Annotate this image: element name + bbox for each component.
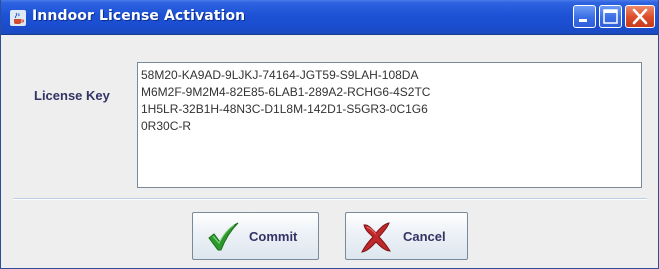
window-title: Inndoor License Activation <box>32 8 246 24</box>
java-cup-icon <box>10 10 26 26</box>
license-activation-dialog: Inndoor License Activation License Key 5… <box>0 0 659 269</box>
button-bar-divider-highlight <box>13 199 647 200</box>
minimize-button[interactable] <box>573 5 596 28</box>
checkmark-icon <box>207 222 239 252</box>
x-mark-icon <box>360 221 392 253</box>
commit-label: Commit <box>249 229 298 244</box>
title-bar[interactable]: Inndoor License Activation <box>1 0 658 35</box>
cancel-label: Cancel <box>403 229 446 244</box>
maximize-button[interactable] <box>599 5 622 28</box>
close-button[interactable] <box>625 5 655 28</box>
license-key-label: License Key <box>34 88 110 103</box>
cancel-button[interactable]: Cancel <box>345 212 468 260</box>
commit-button[interactable]: Commit <box>192 212 319 260</box>
license-key-input[interactable]: 58M20-KA9AD-9LJKJ-74164-JGT59-S9LAH-108D… <box>137 62 642 188</box>
